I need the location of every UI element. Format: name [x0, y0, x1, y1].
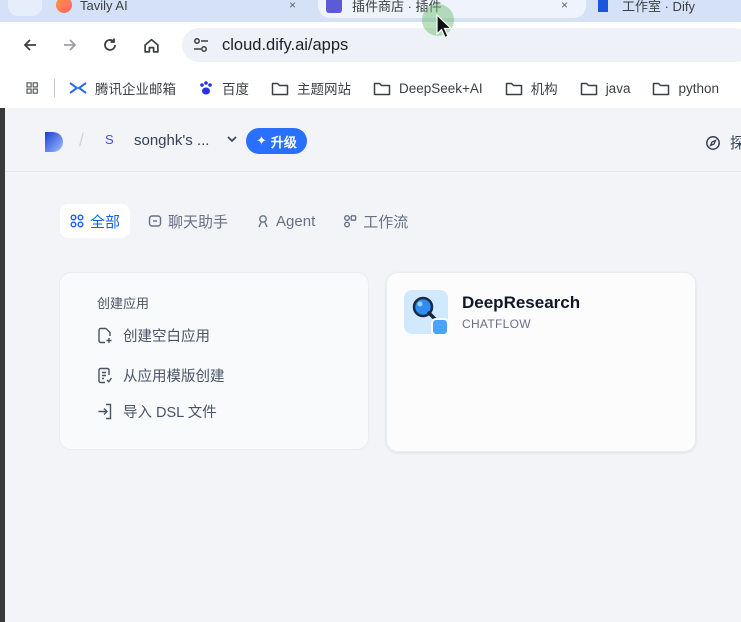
address-bar[interactable]: cloud.dify.ai/apps: [182, 28, 741, 62]
tab-workflow[interactable]: 工作流: [333, 204, 418, 238]
browser-tab-dify-studio[interactable]: 工作室 · Dify: [594, 0, 741, 18]
new-file-icon: [98, 327, 112, 344]
arrow-right-icon: [64, 39, 77, 51]
tab-label: 聊天助手: [168, 213, 229, 231]
bookmark-tencent-mail[interactable]: 腾讯企业邮箱: [69, 78, 176, 98]
create-app-card: 创建应用 创建空白应用 从应用模版创建 导入 DSL 文件: [59, 272, 369, 450]
baidu-paw-icon: [200, 81, 212, 95]
bookmark-label: 主题网站: [297, 82, 351, 97]
app-name: DeepResearch: [462, 293, 581, 312]
tab-chat-assistant[interactable]: 聊天助手: [138, 204, 238, 238]
bookmarks-bar: 腾讯企业邮箱 百度 主题网站 DeepSeek+AI 机构 java pytho…: [0, 68, 741, 108]
url-text: cloud.dify.ai/apps: [222, 35, 349, 54]
tab-all[interactable]: 全部: [60, 204, 131, 238]
close-icon[interactable]: ×: [561, 0, 568, 12]
upgrade-label: 升级: [270, 134, 297, 150]
template-icon: [98, 367, 113, 384]
chatflow-badge-icon: [431, 318, 449, 336]
compass-icon: [706, 135, 720, 150]
folder-icon: [653, 82, 670, 95]
create-item-label: 导入 DSL 文件: [123, 405, 217, 421]
workflow-icon: [344, 215, 357, 228]
mouse-cursor-icon: [436, 14, 452, 39]
bookmark-label: python: [678, 80, 719, 96]
home-button[interactable]: [137, 31, 165, 59]
bookmark-baidu[interactable]: 百度: [198, 78, 249, 98]
home-icon: [143, 38, 159, 53]
back-button[interactable]: [16, 31, 44, 59]
bookmark-folder-python[interactable]: python: [652, 81, 719, 96]
agent-icon: [258, 215, 268, 228]
create-blank-app-button[interactable]: 创建空白应用: [97, 325, 210, 346]
bookmark-label: 腾讯企业邮箱: [95, 82, 176, 97]
create-from-template-button[interactable]: 从应用模版创建: [97, 365, 225, 386]
chevron-down-icon[interactable]: [225, 132, 239, 146]
arrow-left-icon: [23, 39, 36, 51]
workspace-avatar: S: [105, 132, 114, 147]
bookmark-label: DeepSeek+AI: [399, 80, 483, 96]
sparkle-icon: ✦: [256, 133, 267, 148]
tencent-mail-icon: [69, 82, 87, 94]
bookmark-label: 百度: [222, 82, 249, 97]
explore-nav[interactable]: 探: [705, 132, 741, 153]
folder-icon: [505, 82, 522, 95]
bookmark-folder-java[interactable]: java: [580, 80, 631, 96]
close-icon[interactable]: ×: [289, 0, 296, 12]
tavily-favicon-icon: [56, 0, 72, 13]
create-item-label: 创建空白应用: [123, 329, 210, 345]
app-header: / S songhk's ... ✦ 升级 探: [5, 108, 741, 172]
bookmark-label: 机构: [530, 82, 558, 97]
dify-logo-icon[interactable]: [43, 130, 65, 154]
folder-icon: [580, 82, 597, 95]
breadcrumb-separator: /: [79, 130, 85, 150]
create-item-label: 从应用模版创建: [123, 369, 225, 385]
dify-plugin-favicon-icon: [326, 0, 342, 13]
app-card-deepresearch[interactable]: DeepResearch CHATFLOW: [386, 272, 696, 452]
divider: [54, 79, 55, 97]
create-app-heading: 创建应用: [97, 296, 150, 311]
tab-label: Agent: [276, 212, 316, 230]
browser-tab-strip: Tavily AI × 插件商店 · 插件 × 工作室 · Dify: [0, 0, 741, 22]
import-dsl-button[interactable]: 导入 DSL 文件: [97, 401, 217, 422]
bookmark-folder-deepseek[interactable]: DeepSeek+AI: [373, 81, 483, 96]
chat-icon: [148, 215, 162, 227]
tab-label: 工作室 · Dify: [622, 0, 695, 14]
reload-button[interactable]: [96, 31, 124, 59]
workspace-name[interactable]: songhk's ...: [134, 132, 209, 149]
explore-label: 探: [730, 135, 741, 152]
bookmark-folder-themes[interactable]: 主题网站: [271, 78, 351, 98]
browser-tab-tavily[interactable]: Tavily AI ×: [0, 0, 310, 18]
forward-button[interactable]: [56, 31, 84, 59]
app-type: CHATFLOW: [462, 317, 531, 331]
bookmark-folder-institutions[interactable]: 机构: [505, 78, 558, 98]
tab-stub: [8, 0, 42, 16]
site-settings-icon[interactable]: [192, 37, 210, 53]
folder-icon: [271, 82, 289, 95]
dify-apps-page: / S songhk's ... ✦ 升级 探 全部 聊天助手 Agent 工作…: [5, 108, 741, 622]
bookmark-label: java: [605, 80, 631, 96]
folder-icon: [373, 82, 391, 95]
app-type-tabs: 全部 聊天助手 Agent 工作流: [60, 204, 426, 238]
import-icon: [98, 403, 112, 420]
tab-label: 工作流: [363, 213, 409, 231]
dify-favicon-icon: [598, 0, 608, 12]
tab-label: Tavily AI: [80, 0, 128, 13]
browser-toolbar: cloud.dify.ai/apps: [0, 22, 741, 68]
reload-icon: [104, 38, 116, 51]
apps-grid-icon[interactable]: [26, 79, 38, 97]
tab-agent[interactable]: Agent: [246, 204, 325, 238]
grid-icon: [70, 214, 84, 228]
tab-label: 全部: [90, 213, 121, 231]
upgrade-button[interactable]: ✦ 升级: [246, 128, 307, 154]
